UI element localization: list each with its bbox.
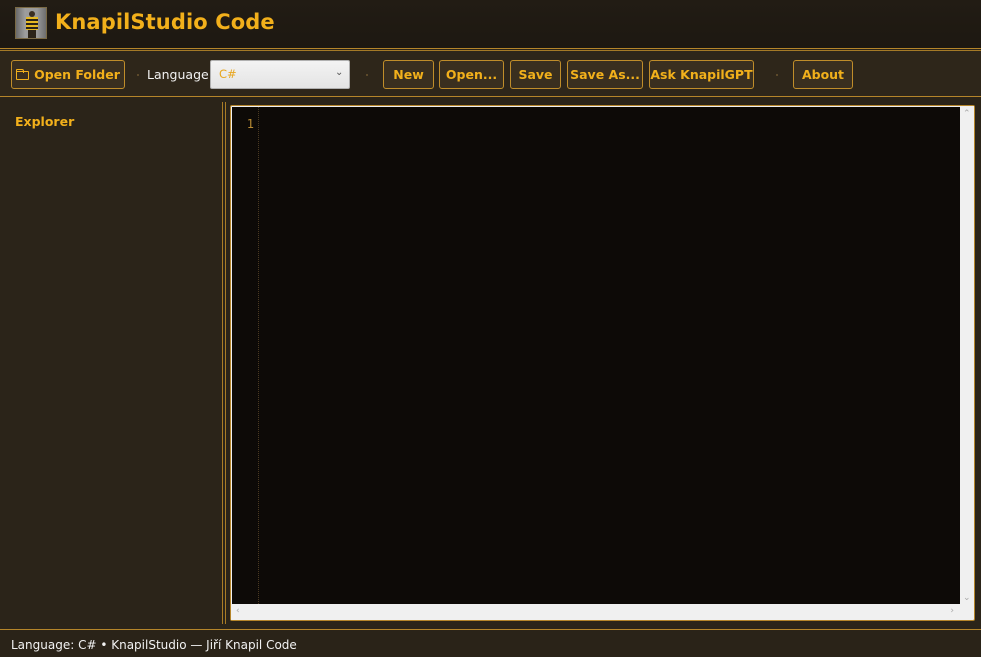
toolbar-separator [137,74,139,76]
chevron-down-icon: ⌄ [335,67,344,78]
status-bar: Language: C# • KnapilStudio — Jiří Knapi… [0,629,981,657]
line-number-gutter: 1 [232,107,259,604]
explorer-title: Explorer [15,114,75,129]
panel-splitter[interactable] [222,102,226,624]
toolbar-separator [776,74,778,76]
new-button[interactable]: New [383,60,434,89]
app-title: KnapilStudio Code [55,10,275,34]
language-label: Language: [147,67,213,82]
ask-knapilgpt-button[interactable]: Ask KnapilGPT [649,60,754,89]
save-as-button[interactable]: Save As... [567,60,643,89]
explorer-panel: Explorer [4,102,221,624]
save-button[interactable]: Save [510,60,561,89]
scroll-up-icon[interactable]: ⌃ [963,109,971,119]
editor-frame: 1 ⌃ ⌄ ‹ › [230,105,975,621]
language-selected-value: C# [219,67,237,81]
language-select[interactable]: C# ⌄ [210,60,350,89]
horizontal-scrollbar[interactable]: ‹ › [231,604,960,620]
scroll-down-icon[interactable]: ⌄ [963,593,971,603]
scroll-right-icon[interactable]: › [950,606,954,616]
scroll-left-icon[interactable]: ‹ [236,606,240,616]
about-button[interactable]: About [793,60,853,89]
toolbar: Open Folder Language: C# ⌄ New Open... S… [0,50,981,97]
status-text: Language: C# • KnapilStudio — Jiří Knapi… [11,638,297,652]
folder-icon [16,69,30,80]
line-number: 1 [246,117,254,131]
vertical-scrollbar[interactable]: ⌃ ⌄ [960,106,974,604]
code-editor[interactable]: 1 [232,107,961,604]
toolbar-separator [366,74,368,76]
open-button[interactable]: Open... [439,60,504,89]
open-folder-button[interactable]: Open Folder [11,60,125,89]
title-bar: KnapilStudio Code [0,0,981,49]
app-logo-avatar [15,7,47,39]
open-folder-label: Open Folder [34,67,120,82]
